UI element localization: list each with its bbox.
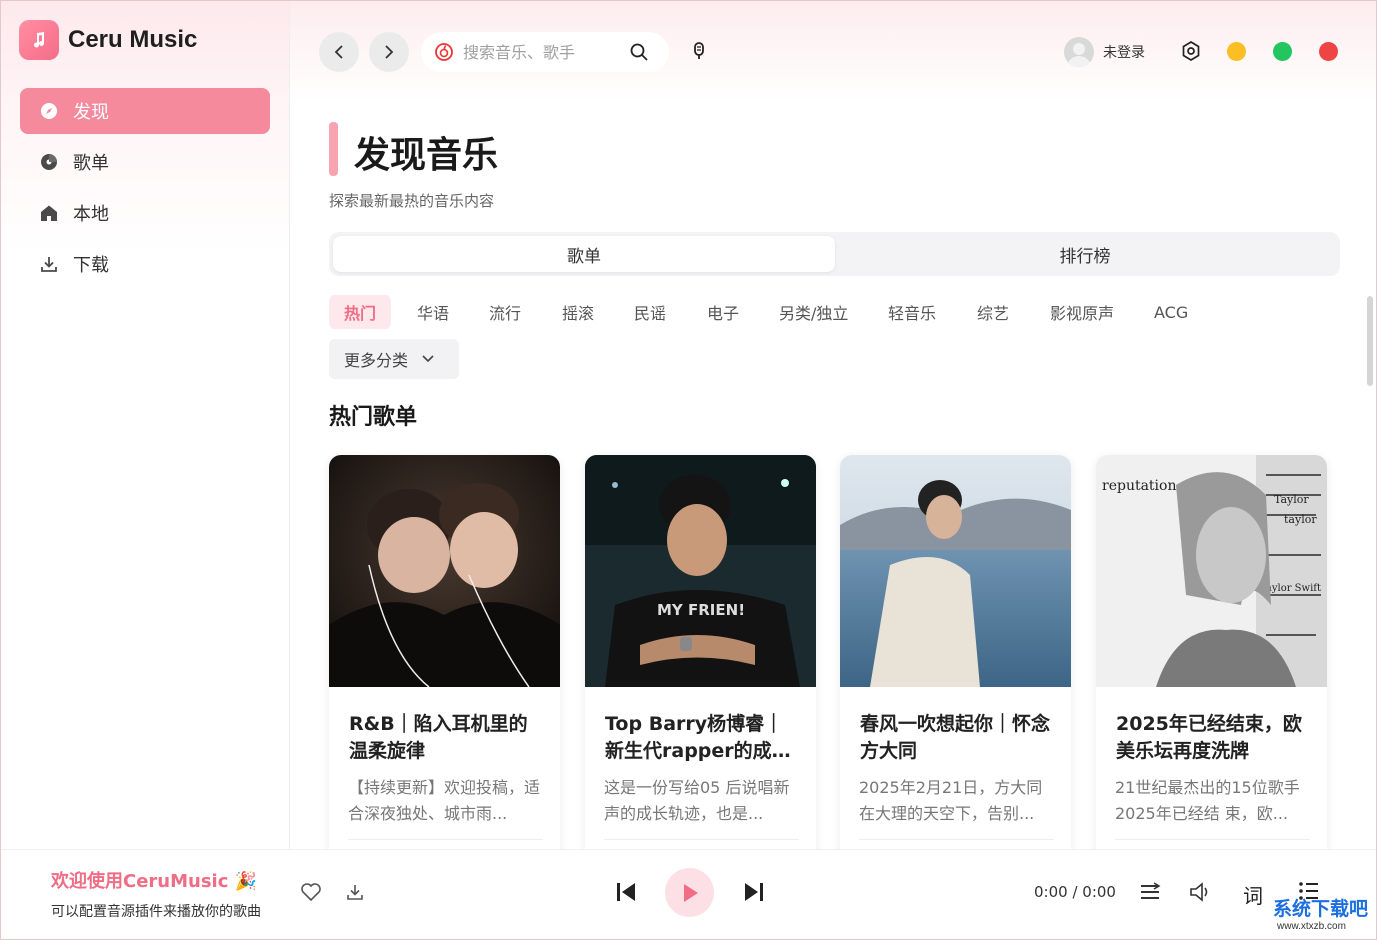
playlist-cover: reputation Taylor taylor Taylor Swift <box>1096 455 1327 687</box>
card-divider <box>604 839 799 840</box>
avatar[interactable] <box>1064 37 1094 67</box>
shirt-print: MY FRIEN! <box>657 601 745 619</box>
page-subtitle: 探索最新最热的音乐内容 <box>329 192 495 210</box>
category-folk[interactable]: 民谣 <box>619 295 681 329</box>
playlist-cover <box>840 455 1071 687</box>
section-title: 热门歌单 <box>329 405 418 430</box>
title-accent-bar <box>329 122 338 176</box>
sidebar-item-local[interactable]: 本地 <box>20 190 270 236</box>
playlist-title: 春风一吹想起你｜怀念方大同 <box>860 713 1051 762</box>
card-divider <box>348 839 543 840</box>
playlist-desc: 2025年2月21日，方大同在大理的天空下，告别... <box>859 778 1043 823</box>
chevron-down-icon <box>422 355 434 363</box>
minimize-button[interactable] <box>1227 42 1246 61</box>
cover-newsprint: Taylor <box>1274 493 1309 506</box>
settings-icon[interactable] <box>1181 41 1201 65</box>
sidebar: Ceru Music 发现 歌单 本地 下载 <box>1 1 290 849</box>
disc-icon <box>40 153 58 171</box>
more-categories-button[interactable]: 更多分类 <box>329 339 459 379</box>
download-icon <box>40 255 58 273</box>
scrollbar-thumb[interactable] <box>1367 296 1373 386</box>
category-electronic[interactable]: 电子 <box>692 295 754 329</box>
category-rock[interactable]: 摇滚 <box>547 295 609 329</box>
album-title: reputation <box>1102 478 1176 494</box>
sidebar-item-label: 歌单 <box>73 153 109 174</box>
tab-charts[interactable]: 排行榜 <box>834 236 1336 272</box>
playlist-queue-icon[interactable] <box>1139 881 1161 903</box>
playback-time: 0:00 / 0:00 <box>1034 883 1116 901</box>
category-hot[interactable]: 热门 <box>329 295 392 329</box>
compass-icon <box>40 102 58 120</box>
watermark-url: www.xtxzb.com <box>1277 921 1346 932</box>
sidebar-item-label: 下载 <box>73 255 109 276</box>
category-soundtrack[interactable]: 影视原声 <box>1035 295 1129 329</box>
chevron-left-icon <box>334 45 343 59</box>
playlist-card[interactable]: MY FRIEN! Top Barry杨博睿｜新生代rapper的成长... 这… <box>585 455 816 849</box>
player-bar: 欢迎使用CeruMusic 🎉 可以配置音源插件来播放你的歌曲 0:00 / 0… <box>1 849 1376 939</box>
card-divider <box>859 839 1054 840</box>
playlist-title: R&B｜陷入耳机里的温柔旋律 <box>349 713 528 762</box>
playlist-card[interactable]: R&B｜陷入耳机里的温柔旋律 【持续更新】欢迎投稿，适合深夜独处、城市雨... <box>329 455 560 849</box>
app-name: Ceru Music <box>68 26 198 53</box>
category-light-music[interactable]: 轻音乐 <box>873 295 951 329</box>
login-status[interactable]: 未登录 <box>1103 42 1145 62</box>
playlist-desc: 这是一份写给05 后说唱新声的成长轨迹，也是... <box>604 778 790 823</box>
category-acg[interactable]: ACG <box>1139 295 1203 329</box>
download-icon[interactable] <box>346 883 364 901</box>
category-indie[interactable]: 另类/独立 <box>764 295 863 329</box>
category-filter: 热门 华语 流行 摇滚 民谣 电子 另类/独立 轻音乐 综艺 影视原声 ACG … <box>329 295 1340 385</box>
home-icon <box>40 204 58 222</box>
more-categories-label: 更多分类 <box>344 351 409 370</box>
chevron-right-icon <box>385 45 394 59</box>
music-note-icon <box>19 20 59 60</box>
volume-icon[interactable] <box>1189 881 1213 903</box>
play-button[interactable] <box>665 868 714 917</box>
category-chinese[interactable]: 华语 <box>402 295 464 329</box>
sidebar-item-discover[interactable]: 发现 <box>20 88 270 134</box>
maximize-button[interactable] <box>1273 42 1292 61</box>
sidebar-item-label: 本地 <box>73 204 109 225</box>
watermark-logo: 系统下载吧 <box>1273 899 1369 920</box>
playlist-card[interactable]: reputation Taylor taylor Taylor Swift 20… <box>1096 455 1327 849</box>
playlist-grid: R&B｜陷入耳机里的温柔旋律 【持续更新】欢迎投稿，适合深夜独处、城市雨... <box>329 455 1329 849</box>
playlist-cover: MY FRIEN! <box>585 455 816 687</box>
heart-icon[interactable] <box>301 883 321 901</box>
card-divider <box>1115 839 1310 840</box>
play-icon <box>683 883 698 902</box>
category-variety[interactable]: 综艺 <box>962 295 1024 329</box>
search-input[interactable] <box>463 42 613 62</box>
main-content: 发现音乐 探索最新最热的音乐内容 歌单 排行榜 热门 华语 流行 摇滚 民谣 电… <box>290 101 1365 849</box>
page-title: 发现音乐 <box>354 135 499 176</box>
netease-logo-icon <box>435 43 453 61</box>
playlist-card[interactable]: 春风一吹想起你｜怀念方大同 2025年2月21日，方大同在大理的天空下，告别..… <box>840 455 1071 849</box>
search-icon[interactable] <box>630 43 648 65</box>
back-button[interactable] <box>319 32 359 72</box>
sidebar-item-playlists[interactable]: 歌单 <box>20 139 270 185</box>
sidebar-nav: 发现 歌单 本地 下载 <box>20 88 270 292</box>
cover-newsprint: taylor <box>1284 513 1317 526</box>
tab-switcher: 歌单 排行榜 <box>329 232 1340 276</box>
forward-button[interactable] <box>369 32 409 72</box>
next-track-icon[interactable] <box>743 881 765 903</box>
playlist-title: Top Barry杨博睿｜新生代rapper的成长... <box>605 713 784 762</box>
sidebar-item-download[interactable]: 下载 <box>20 241 270 287</box>
tab-playlists[interactable]: 歌单 <box>333 236 835 272</box>
app-window: Ceru Music 发现 歌单 本地 下载 搜索音乐、歌手 未登录 发现音乐 … <box>0 0 1377 940</box>
close-button[interactable] <box>1319 42 1338 61</box>
playlist-desc: 21世纪最杰出的15位歌手2025年已经结 束，欧... <box>1115 778 1300 823</box>
microphone-icon[interactable] <box>691 42 707 66</box>
now-playing-subtitle: 可以配置音源插件来播放你的歌曲 <box>51 904 261 920</box>
category-pop[interactable]: 流行 <box>474 295 536 329</box>
playlist-title: 2025年已经结束，欧美乐坛再度洗牌 <box>1116 713 1302 762</box>
previous-track-icon[interactable] <box>615 881 637 903</box>
topbar: 未登录 <box>290 1 1376 101</box>
sidebar-item-label: 发现 <box>73 102 109 123</box>
now-playing-title: 欢迎使用CeruMusic 🎉 <box>51 871 258 892</box>
search-box <box>421 32 669 72</box>
playlist-desc: 【持续更新】欢迎投稿，适合深夜独处、城市雨... <box>348 778 541 823</box>
lyrics-toggle[interactable]: 词 <box>1243 880 1263 909</box>
brand: Ceru Music <box>19 20 197 60</box>
playlist-cover <box>329 455 560 687</box>
